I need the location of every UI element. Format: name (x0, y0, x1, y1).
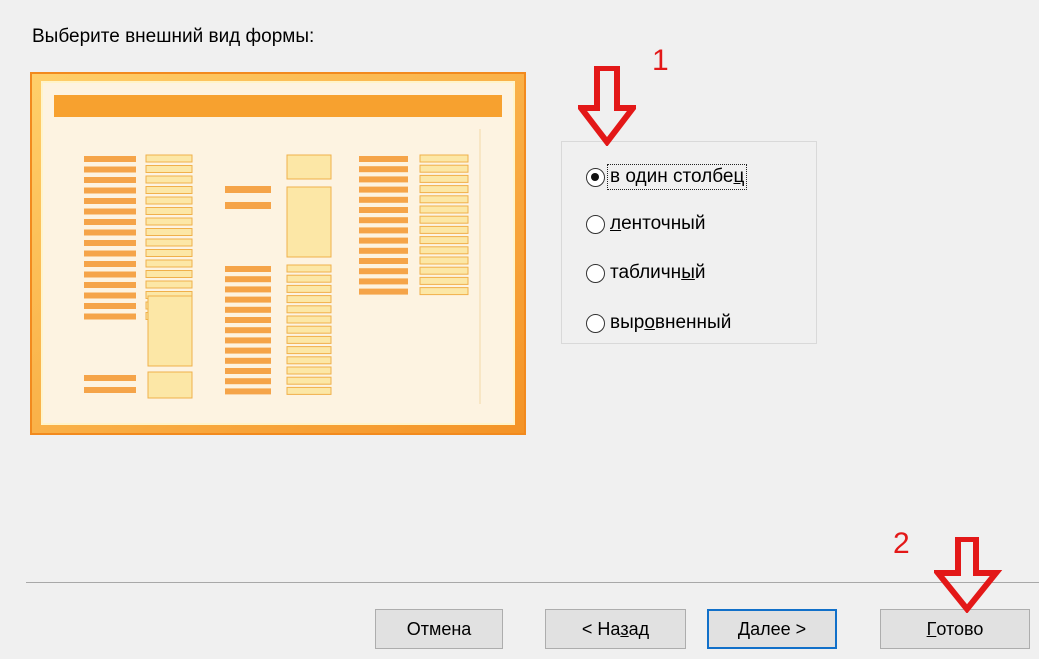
option-tabular[interactable]: ленточный (586, 210, 707, 238)
option-justified[interactable]: выровненный (586, 309, 733, 337)
annotation-marker-1: 1 (652, 44, 669, 77)
option-datasheet[interactable]: табличный (586, 259, 707, 287)
back-button[interactable]: < На з ад (545, 609, 686, 649)
cancel-button[interactable]: Отмена (375, 609, 503, 649)
red-down-arrow-icon (934, 537, 1003, 613)
form-layout-preview (30, 72, 526, 435)
radio-button-selected-icon[interactable] (586, 167, 605, 187)
radio-button-icon[interactable] (586, 263, 605, 283)
option-columnar-label: в один столбец (606, 164, 748, 190)
finish-button[interactable]: Готово (880, 609, 1030, 649)
next-button[interactable]: Далее > (707, 609, 837, 649)
footer-divider (26, 582, 1039, 583)
annotation-marker-2: 2 (893, 527, 910, 560)
radio-button-icon[interactable] (586, 214, 605, 234)
option-datasheet-label: табличный (610, 262, 706, 283)
red-down-arrow-icon (578, 66, 636, 146)
option-columnar[interactable]: в один столбец (586, 163, 748, 191)
option-justified-label: выровненный (610, 312, 732, 333)
columnar-layout-preview-image (32, 74, 524, 433)
prompt-label: Выберите внешний вид формы: (32, 26, 315, 47)
radio-button-icon[interactable] (586, 313, 605, 333)
layout-option-group: в один столбец ленточный табличный выров… (561, 141, 817, 344)
option-tabular-label: ленточный (610, 213, 706, 234)
